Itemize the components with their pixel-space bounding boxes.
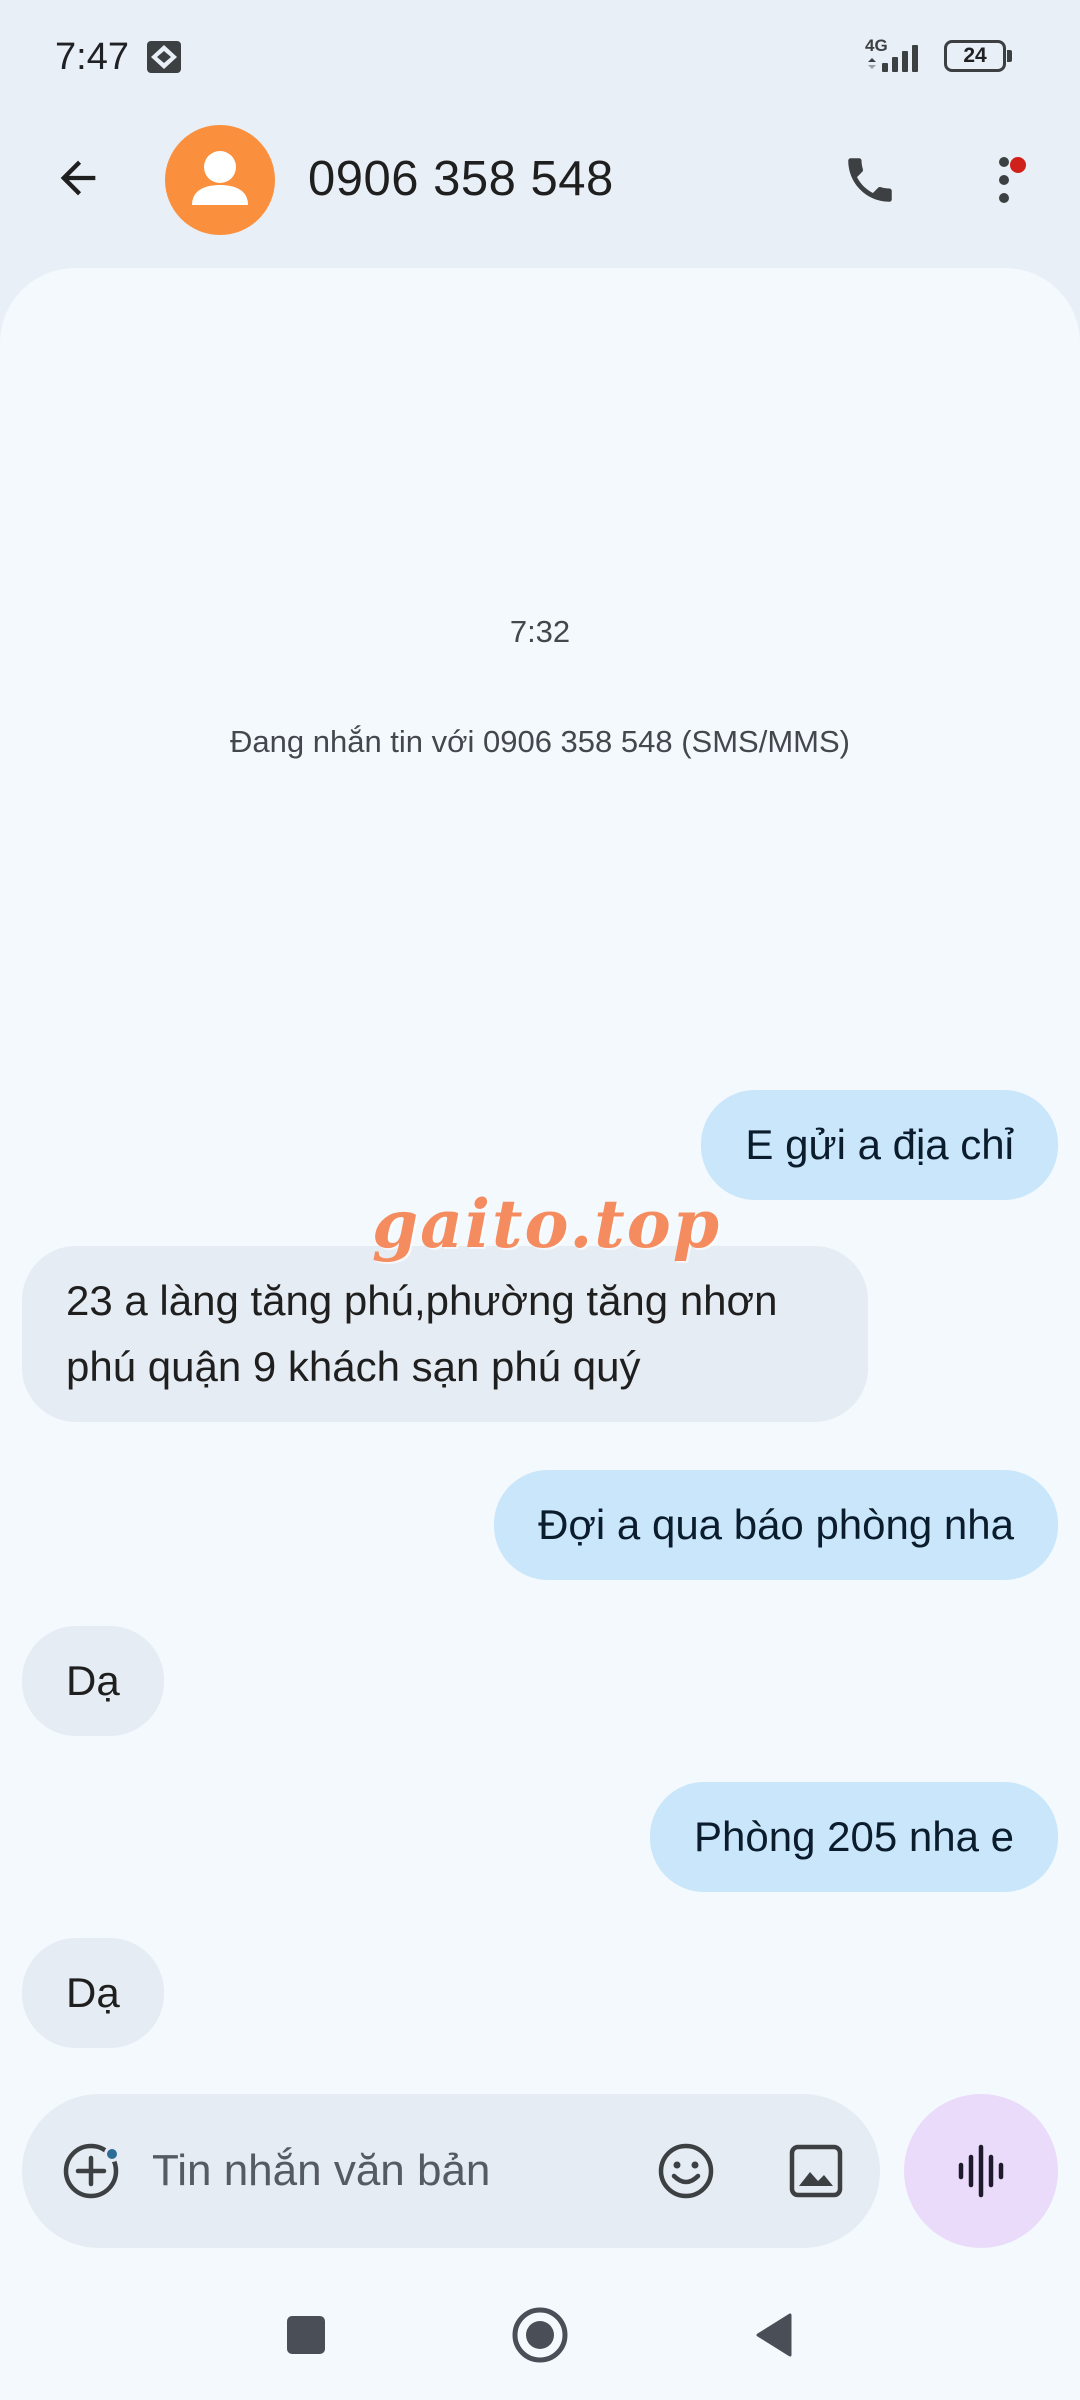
home-button[interactable] xyxy=(500,2295,580,2375)
back-button[interactable] xyxy=(40,140,116,216)
outgoing-message-bubble[interactable]: Đợi a qua báo phòng nha xyxy=(494,1470,1058,1580)
system-navigation-bar xyxy=(0,2270,1080,2400)
top-app-bar: 0906 358 548 xyxy=(0,115,1080,245)
incoming-message-bubble[interactable]: Dạ xyxy=(22,1626,164,1736)
status-time: 7:47 xyxy=(55,36,129,78)
incoming-message-bubble[interactable]: 23 a làng tăng phú,phường tăng nhơn phú … xyxy=(22,1246,868,1422)
notification-dot xyxy=(1010,157,1026,173)
nav-back-button[interactable] xyxy=(734,2295,814,2375)
message-composer xyxy=(22,2094,880,2248)
outgoing-message-bubble[interactable]: E gửi a địa chỉ xyxy=(701,1090,1058,1200)
call-button[interactable] xyxy=(830,140,910,220)
incoming-message-bubble[interactable]: Dạ xyxy=(22,1938,164,2048)
avatar[interactable] xyxy=(165,125,275,235)
more-options-button[interactable] xyxy=(964,135,1044,225)
outgoing-message-bubble[interactable]: Phòng 205 nha e xyxy=(650,1782,1058,1892)
gallery-notification-icon xyxy=(146,40,182,74)
cellular-signal-icon: 4G xyxy=(865,36,929,76)
contact-title[interactable]: 0906 358 548 xyxy=(308,151,614,207)
arrow-back-icon xyxy=(60,160,96,196)
phone-icon xyxy=(848,158,892,202)
watermark: gaito.top xyxy=(372,1185,721,1263)
battery-icon: 24 xyxy=(944,40,1012,72)
battery-tip xyxy=(1007,50,1012,62)
voice-waveform-icon xyxy=(958,2144,1004,2198)
message-timestamp: 7:32 xyxy=(509,614,571,649)
emoji-button[interactable] xyxy=(647,2132,725,2210)
status-bar: 7:47 4G 24 xyxy=(0,0,1080,115)
recents-button[interactable] xyxy=(266,2295,346,2375)
message-input[interactable] xyxy=(152,2134,522,2208)
gallery-button[interactable] xyxy=(777,2132,855,2210)
conversation-info: Đang nhắn tin với 0906 358 548 (SMS/MMS) xyxy=(230,724,850,759)
circle-home-icon xyxy=(512,2307,568,2363)
voice-record-button[interactable] xyxy=(904,2094,1058,2248)
attach-indicator-dot xyxy=(104,2146,120,2162)
square-recents-icon xyxy=(287,2316,325,2354)
triangle-back-icon xyxy=(756,2313,792,2357)
emoji-icon xyxy=(658,2143,714,2199)
attach-button[interactable] xyxy=(52,2132,130,2210)
person-icon xyxy=(192,151,248,205)
image-icon xyxy=(789,2144,843,2198)
battery-level: 24 xyxy=(944,40,1006,72)
